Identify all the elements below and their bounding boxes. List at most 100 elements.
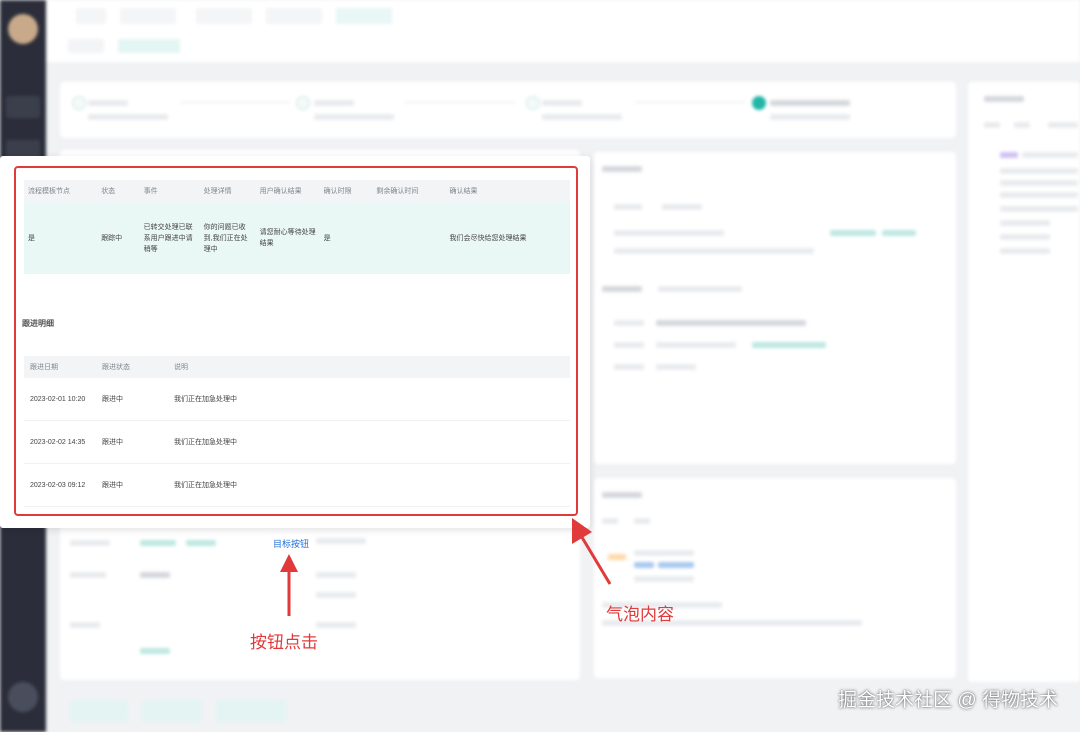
tab[interactable] xyxy=(196,8,252,24)
table-cell: 你的问题已收到,我们正在处理中 xyxy=(199,202,256,274)
table-cell: 2023-02-01 10:20 xyxy=(24,378,96,421)
field-label xyxy=(614,342,644,348)
tab[interactable] xyxy=(614,204,642,210)
section-tab[interactable] xyxy=(658,286,742,292)
panel-title xyxy=(602,166,642,172)
field-value xyxy=(656,364,696,370)
target-button[interactable]: 目标按钮 xyxy=(270,535,313,552)
table-header: 状态 xyxy=(97,180,140,202)
step-label xyxy=(770,100,850,106)
link-text[interactable] xyxy=(752,342,826,348)
subtab-active[interactable] xyxy=(118,39,180,53)
annotation-button-click: 按钮点击 xyxy=(250,633,318,652)
info-text xyxy=(634,550,694,556)
field-label xyxy=(70,572,106,578)
info-text xyxy=(1022,152,1078,158)
table-cell: 我们会尽快给您处理结果 xyxy=(445,202,570,274)
info-text xyxy=(1000,192,1078,198)
info-text xyxy=(1000,234,1050,240)
table-header: 跟进状态 xyxy=(96,356,168,378)
table-cell: 我们正在加急处理中 xyxy=(168,463,570,507)
tab[interactable] xyxy=(1048,122,1078,128)
tab[interactable] xyxy=(602,518,618,524)
field-label xyxy=(70,540,110,546)
step-label xyxy=(88,100,128,106)
field-label xyxy=(70,622,100,628)
step-line xyxy=(405,102,515,103)
table-cell: 跟进中 xyxy=(96,378,168,421)
panel-title xyxy=(602,492,642,498)
step-sub xyxy=(542,114,622,120)
step-dot xyxy=(526,96,540,110)
info-text xyxy=(1000,220,1050,226)
tab[interactable] xyxy=(1014,122,1030,128)
field-label xyxy=(614,364,644,370)
panel-title xyxy=(984,96,1024,102)
table-header: 处理详情 xyxy=(199,180,256,202)
link-text[interactable] xyxy=(140,540,176,546)
table-cell xyxy=(372,202,446,274)
info-text xyxy=(614,230,724,236)
table-header: 流程模板节点 xyxy=(24,180,98,202)
table-header: 事件 xyxy=(139,180,200,202)
subtab[interactable] xyxy=(68,39,104,53)
bottom-action-button[interactable] xyxy=(142,700,202,722)
step-label xyxy=(542,100,582,106)
bubble-panel xyxy=(594,478,956,678)
info-text xyxy=(1000,248,1050,254)
bottom-action-button[interactable] xyxy=(216,700,286,722)
table-header: 剩余确认时间 xyxy=(372,180,446,202)
table-cell: 2023-02-03 09:12 xyxy=(24,463,96,507)
step-sub xyxy=(88,114,168,120)
section-tab[interactable] xyxy=(602,286,642,292)
tab[interactable] xyxy=(984,122,1000,128)
bottom-action-button[interactable] xyxy=(70,700,128,722)
info-panel xyxy=(594,152,956,464)
step-dot xyxy=(296,96,310,110)
tag xyxy=(1000,152,1018,158)
sidebar-item[interactable] xyxy=(6,96,40,118)
tag xyxy=(608,554,626,560)
link-text[interactable] xyxy=(882,230,916,236)
field-label xyxy=(316,592,356,598)
tab[interactable] xyxy=(634,518,650,524)
avatar[interactable] xyxy=(8,14,38,44)
info-text xyxy=(1000,168,1078,174)
step-sub xyxy=(314,114,394,120)
watermark: 掘金技术社区 @ 得物技术 xyxy=(838,690,1058,711)
tab[interactable] xyxy=(120,8,176,24)
followup-table: 跟进日期 跟进状态 说明 2023-02-01 10:20 跟进中 我们正在加急… xyxy=(24,356,570,507)
step-line xyxy=(635,102,745,103)
field-value xyxy=(656,320,806,326)
table-cell: 跟踪中 xyxy=(97,202,140,274)
table-cell: 是 xyxy=(24,202,98,274)
table-row: 2023-02-01 10:20 跟进中 我们正在加急处理中 xyxy=(24,378,570,421)
link-text[interactable] xyxy=(186,540,216,546)
step-dot xyxy=(72,96,86,110)
table-cell: 已转交处理已联系用户跟进中请稍等 xyxy=(139,202,200,274)
tab[interactable] xyxy=(76,8,106,24)
sub-tab-bar xyxy=(46,32,1080,62)
sidebar-user-icon[interactable] xyxy=(8,682,38,712)
table-header: 用户确认结果 xyxy=(255,180,320,202)
info-text xyxy=(1000,180,1078,186)
field-value xyxy=(656,342,736,348)
process-table: 流程模板节点 状态 事件 处理详情 用户确认结果 确认时限 剩余确认时间 确认结… xyxy=(24,180,570,274)
annotation-bubble-content: 气泡内容 xyxy=(606,605,674,624)
tab[interactable] xyxy=(662,204,702,210)
step-line xyxy=(180,102,290,103)
step-label xyxy=(314,100,354,106)
link-text[interactable] xyxy=(830,230,876,236)
link-text[interactable] xyxy=(140,648,170,654)
step-sub xyxy=(770,114,850,120)
table-cell: 我们正在加急处理中 xyxy=(168,420,570,464)
table-header: 确认结果 xyxy=(445,180,570,202)
field-label xyxy=(316,572,356,578)
tab[interactable] xyxy=(266,8,322,24)
top-tab-bar xyxy=(46,0,1080,33)
tag xyxy=(634,562,654,568)
table-cell: 跟进中 xyxy=(96,463,168,507)
highlight-box: 流程模板节点 状态 事件 处理详情 用户确认结果 确认时限 剩余确认时间 确认结… xyxy=(14,166,578,516)
tab-active[interactable] xyxy=(336,8,392,24)
table-cell: 请您耐心等待处理结果 xyxy=(255,202,320,274)
